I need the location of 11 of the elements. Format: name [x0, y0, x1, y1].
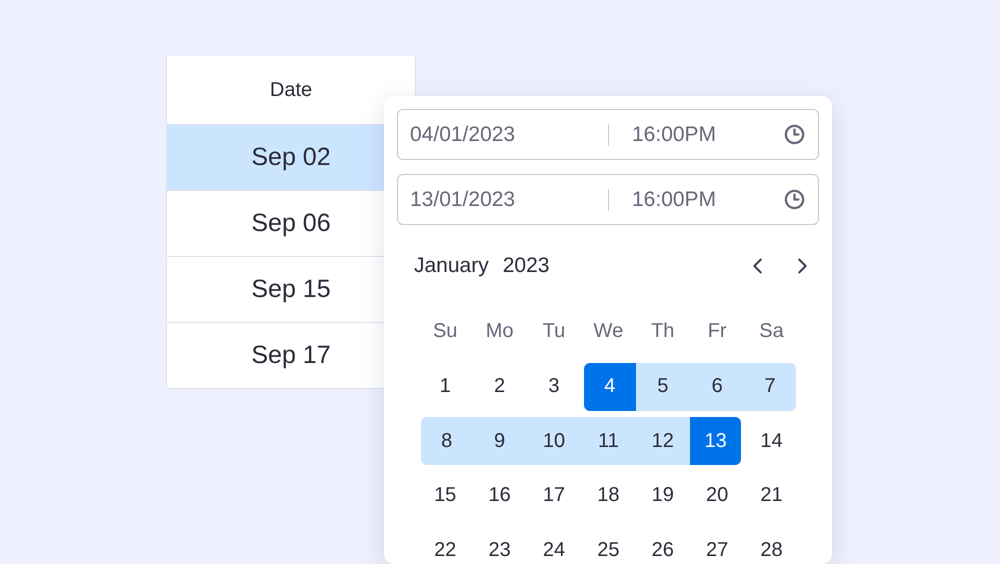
- year-label: 2023: [502, 254, 550, 278]
- weekday-label: Fr: [706, 318, 728, 344]
- weekday-label: Su: [432, 318, 458, 344]
- month-label: January: [414, 254, 489, 278]
- weekday-label: Tu: [542, 318, 566, 344]
- time-value: 16:00PM: [632, 122, 718, 146]
- weekday-label: We: [592, 318, 624, 344]
- weekday-label: Mo: [484, 318, 514, 344]
- weekday-label: Sa: [758, 318, 785, 344]
- time-value: 16:00PM: [632, 188, 718, 212]
- weekday-label: Th: [650, 318, 676, 344]
